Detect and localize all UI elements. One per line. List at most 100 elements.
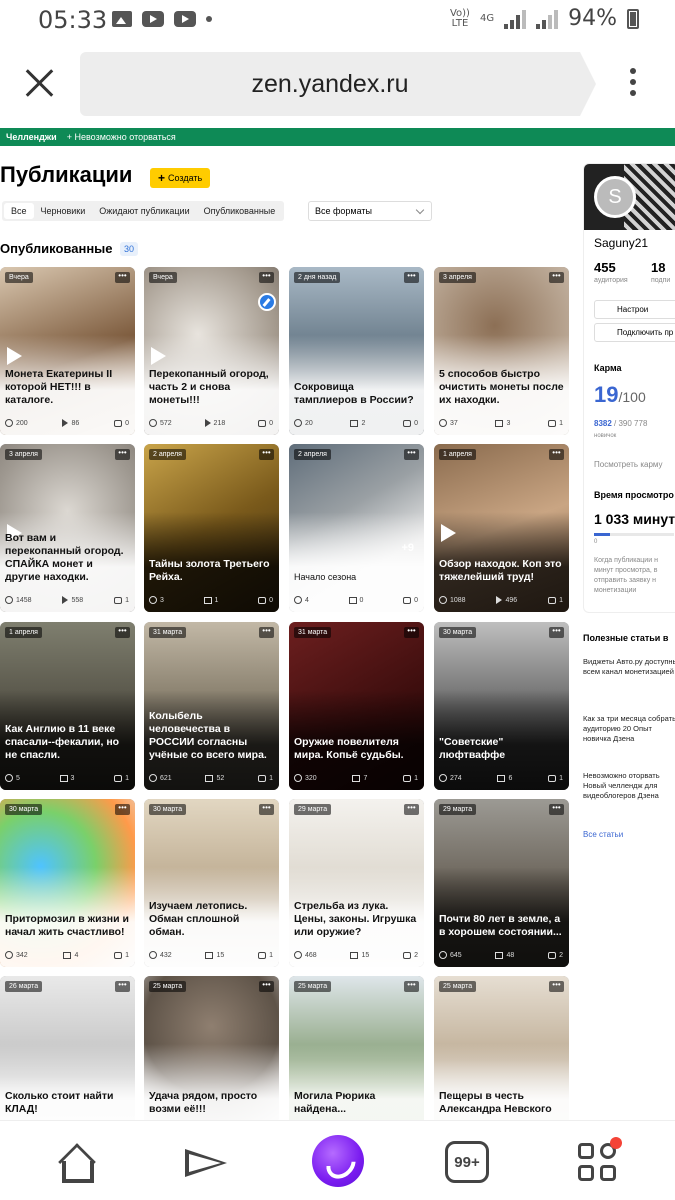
channel-name[interactable]: Saguny21 [594,236,648,250]
card-menu-icon[interactable]: ••• [404,272,419,283]
card-menu-icon[interactable]: ••• [115,804,130,815]
browser-toolbar: zen.yandex.ru [0,46,675,124]
filter-tabs: Все Черновики Ожидают публикации Опублик… [2,201,285,221]
settings-button[interactable]: Настрои [594,300,675,319]
comments-stat: 0 [403,596,418,604]
comment-icon [258,951,267,959]
karma-title: Карма [594,363,622,373]
signal-icon [536,9,559,29]
avatar[interactable]: S [594,176,636,218]
card-menu-icon[interactable]: ••• [115,981,130,992]
card-menu-icon[interactable]: ••• [115,272,130,283]
play-count-icon [496,596,503,604]
comment-icon [114,951,123,959]
publication-card[interactable]: 25 марта ••• Могила Рюрика найдена... [289,976,424,1144]
publication-card[interactable]: 26 марта ••• Сколько стоит найти КЛАД! [0,976,135,1144]
tab-all[interactable]: Все [4,203,34,219]
card-title: Начало сезона [294,572,357,582]
publication-card[interactable]: 3 апреля ••• 5 способов быстро очистить м… [434,267,569,435]
read-icon [205,951,214,959]
challenge-item[interactable]: + Невозможно оторваться [67,132,176,142]
home-icon[interactable] [54,1141,102,1185]
comments-stat: 1 [548,419,563,427]
card-menu-icon[interactable]: ••• [259,627,274,638]
publication-card[interactable]: 30 марта ••• "Советские" люфтваффе 274 6 … [434,622,569,790]
publication-card[interactable]: 3 апреля ••• Вот вам и перекопанный огоро… [0,444,135,612]
challenge-label[interactable]: Челленджи [6,132,57,142]
comment-icon [403,596,412,604]
format-select[interactable]: Все форматы [308,201,432,221]
useful-article-link[interactable]: Как за три месяца собрать аудиторию 20 О… [583,714,675,744]
publication-card[interactable]: Вчера ••• Монета Екатерины II которой НЕТ… [0,267,135,435]
card-menu-icon[interactable]: ••• [404,627,419,638]
card-title: Оружие повелителя мира. Копьё судьбы. [294,736,404,761]
card-menu-icon[interactable]: ••• [549,981,564,992]
apps-icon[interactable] [576,1137,624,1185]
comments-stat: 1 [258,774,273,782]
card-menu-icon[interactable]: ••• [115,449,130,460]
card-menu-icon[interactable]: ••• [549,272,564,283]
browser-menu-icon[interactable] [628,68,638,100]
views-stat: 342 [5,951,28,959]
card-date: 25 марта [439,981,477,992]
card-menu-icon[interactable]: ••• [259,272,274,283]
publication-card[interactable]: 1 апреля ••• Обзор находок. Коп это тяжел… [434,444,569,612]
card-date: 25 марта [294,981,332,992]
card-menu-icon[interactable]: ••• [259,449,274,460]
useful-article-link[interactable]: Невозможно оторвать Новый челлендж для в… [583,771,675,801]
card-menu-icon[interactable]: ••• [259,804,274,815]
publication-card[interactable]: 2 апреля ••• Тайны золота Третьего Рейха.… [144,444,279,612]
publication-card[interactable]: 31 марта ••• Колыбель человечества в РОСС… [144,622,279,790]
card-stats: 1088 496 1 [439,594,563,606]
card-menu-icon[interactable]: ••• [549,627,564,638]
card-menu-icon[interactable]: ••• [549,449,564,460]
connect-button[interactable]: Подключить пр [594,323,675,342]
publication-card[interactable]: 25 марта ••• Пещеры в честь Александра Не… [434,976,569,1144]
tab-drafts[interactable]: Черновики [34,203,93,219]
views-stat: 37 [439,419,458,427]
view-karma-link[interactable]: Посмотреть карму [594,460,663,469]
card-menu-icon[interactable]: ••• [115,627,130,638]
views-axis-zero: 0 [594,539,598,545]
publication-card[interactable]: 2 апреля ••• +9 Начало сезона 4 0 0 [289,444,424,612]
card-menu-icon[interactable]: ••• [404,804,419,815]
publication-card[interactable]: 29 марта ••• Стрельба из лука. Цены, зако… [289,799,424,967]
publication-card[interactable]: Вчера ••• Перекопанный огород, часть 2 и … [144,267,279,435]
useful-article-link[interactable]: Виджеты Авто.ру доступны всем канал моне… [583,657,675,677]
eye-icon [149,419,157,427]
comment-icon [114,596,123,604]
reads-stat: 4 [63,951,78,959]
publication-card[interactable]: 1 апреля ••• Как Англию в 11 веке спасали… [0,622,135,790]
comments-stat: 1 [258,951,273,959]
eye-icon [294,419,302,427]
publication-card[interactable]: 30 марта ••• Изучаем летопись. Обман спло… [144,799,279,967]
network-type: 4G [479,12,495,24]
card-menu-icon[interactable]: ••• [404,981,419,992]
url-bar[interactable]: zen.yandex.ru [80,52,596,116]
publication-card[interactable]: 2 дня назад ••• Сокровища тамплиеров в Ро… [289,267,424,435]
views-note: Когда публикации н минут просмотра, в от… [594,557,658,594]
tab-pending[interactable]: Ожидают публикации [92,203,196,219]
comments-stat: 0 [258,419,273,427]
close-icon[interactable] [24,68,54,98]
publication-card[interactable]: 25 марта ••• Удача рядом, просто возми её… [144,976,279,1144]
send-icon[interactable] [183,1141,231,1185]
views-stat: 4 [294,596,309,604]
all-articles-link[interactable]: Все статьи [583,830,623,839]
notifications-badge[interactable]: 99+ [445,1141,489,1183]
edit-icon[interactable] [258,293,276,311]
card-menu-icon[interactable]: ••• [404,449,419,460]
card-menu-icon[interactable]: ••• [549,804,564,815]
publication-card[interactable]: 31 марта ••• Оружие повелителя мира. Копь… [289,622,424,790]
tab-published[interactable]: Опубликованные [197,203,283,219]
card-date: Вчера [149,272,177,283]
views-stat: 1088 [439,596,466,604]
create-button[interactable]: + Создать [150,168,211,188]
card-title: Изучаем летопись. Обман сплошной обман. [149,900,248,938]
publication-card[interactable]: 30 марта ••• Притормозил в жизни и начал … [0,799,135,967]
publication-card[interactable]: 29 марта ••• Почти 80 лет в земле, а в хо… [434,799,569,967]
comments-stat: 1 [114,951,129,959]
card-menu-icon[interactable]: ••• [259,981,274,992]
card-title: Почти 80 лет в земле, а в хорошем состоя… [439,913,562,938]
alice-assistant-icon[interactable] [312,1135,364,1187]
